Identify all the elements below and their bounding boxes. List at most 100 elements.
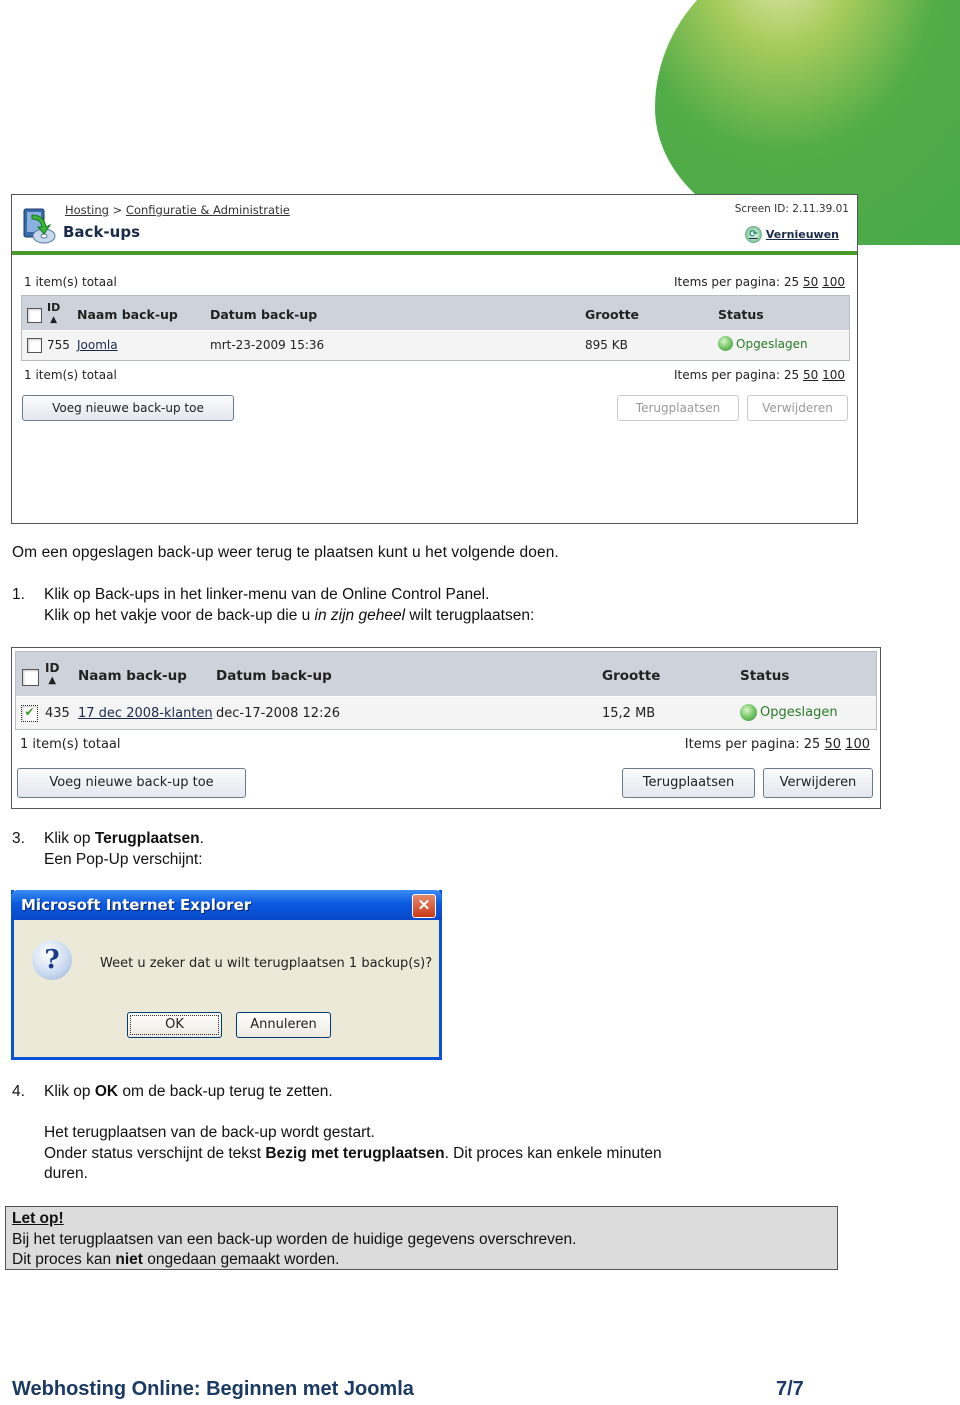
row-name-link[interactable]: 17 dec 2008-klanten <box>78 706 213 721</box>
step-3-line-1: Klik op Terugplaatsen. <box>44 830 204 848</box>
step-1-line-2-a: Klik op het vakje voor de back-up die u <box>44 607 315 624</box>
step-3-number: 3. <box>12 830 25 847</box>
row-id: 755 <box>47 338 70 352</box>
step-3-c: . <box>199 830 204 847</box>
note-line-2: Dit proces kan niet ongedaan gemaakt wor… <box>12 1250 831 1271</box>
row-name-link[interactable]: Joomla <box>77 338 118 352</box>
id-column-header[interactable]: ID ▲ <box>47 302 60 326</box>
item-count-top: 1 item(s) totaal <box>24 275 117 289</box>
dialog-message: Weet u zeker dat u wilt terugplaatsen 1 … <box>100 956 433 971</box>
step-4-number: 4. <box>12 1083 25 1100</box>
row-size: 15,2 MB <box>602 706 656 721</box>
row-date: dec-17-2008 12:26 <box>216 706 341 721</box>
item-count: 1 item(s) totaal <box>20 737 121 752</box>
note-bold: niet <box>115 1251 143 1268</box>
items-per-page-label: Items per pagina: 25 <box>674 368 800 382</box>
id-header-label: ID <box>45 661 60 675</box>
status-ok-icon <box>718 336 733 351</box>
restore-button-disabled[interactable]: Terugplaatsen <box>617 395 739 421</box>
status-column-header[interactable]: Status <box>718 307 764 322</box>
dialog-title: Microsoft Internet Explorer <box>21 896 252 914</box>
items-per-page-50-link[interactable]: 50 <box>803 275 818 289</box>
note-heading: Let op! <box>12 1210 64 1227</box>
screen-id: Screen ID: 2.11.39.01 <box>734 203 849 215</box>
items-per-page-top: Items per pagina: 25 50 100 <box>674 275 845 289</box>
panel-header: Hosting > Configuratie & Administratie B… <box>12 195 857 255</box>
step-4-p2-c: . Dit proces kan enkele minuten <box>444 1145 662 1162</box>
item-count-bottom: 1 item(s) totaal <box>24 368 117 382</box>
restore-button[interactable]: Terugplaatsen <box>622 768 755 798</box>
dialog-titlebar: Microsoft Internet Explorer ✕ <box>11 890 442 920</box>
step-3-line-2: Een Pop-Up verschijnt: <box>44 851 203 868</box>
date-column-header[interactable]: Datum back-up <box>210 307 317 322</box>
page-number: 7/7 <box>776 1378 804 1400</box>
question-icon: ? <box>32 940 72 980</box>
step-4-line-1: Klik op OK om de back-up terug te zetten… <box>44 1083 333 1101</box>
step-1-emphasis: in zijn geheel <box>314 607 406 624</box>
add-backup-button[interactable]: Voeg nieuwe back-up toe <box>17 768 246 798</box>
row-status-label: Opgeslagen <box>736 336 808 351</box>
refresh-icon: ⟳ <box>744 226 762 243</box>
status-ok-icon <box>740 704 757 721</box>
size-column-header[interactable]: Grootte <box>585 307 639 322</box>
breadcrumb-config-link[interactable]: Configuratie & Administratie <box>126 203 290 217</box>
table-header: ID ▲ Naam back-up Datum back-up Grootte … <box>22 296 849 330</box>
step-3-bold: Terugplaatsen <box>94 830 200 847</box>
items-per-page-50-link[interactable]: 50 <box>824 737 841 752</box>
step-4-a: Klik op <box>44 1083 95 1100</box>
status-column-header[interactable]: Status <box>740 668 789 684</box>
step-4-paragraph-3: duren. <box>44 1165 88 1182</box>
items-per-page: Items per pagina: 25 50 100 <box>685 737 870 752</box>
name-column-header[interactable]: Naam back-up <box>78 668 187 684</box>
add-backup-button[interactable]: Voeg nieuwe back-up toe <box>22 395 234 421</box>
intro-text: Om een opgeslagen back-up weer terug te … <box>12 544 559 561</box>
table-row: ✔ 435 17 dec 2008-klanten dec-17-2008 12… <box>16 697 876 729</box>
items-per-page-label: Items per pagina: 25 <box>674 275 800 289</box>
table-header: ID ▲ Naam back-up Datum back-up Grootte … <box>16 652 876 696</box>
step-4-p2-a: Onder status verschijnt de tekst <box>44 1145 266 1162</box>
id-column-header[interactable]: ID ▲ <box>45 661 60 686</box>
items-per-page-100-link[interactable]: 100 <box>822 368 845 382</box>
page-title: Back-ups <box>63 223 140 241</box>
items-per-page-50-link[interactable]: 50 <box>803 368 818 382</box>
select-all-checkbox[interactable] <box>22 669 39 686</box>
items-per-page-100-link[interactable]: 100 <box>845 737 870 752</box>
size-column-header[interactable]: Grootte <box>602 668 660 684</box>
row-date: mrt-23-2009 15:36 <box>210 338 325 352</box>
delete-button[interactable]: Verwijderen <box>763 768 873 798</box>
select-all-checkbox[interactable] <box>27 308 42 323</box>
step-3-a: Klik op <box>44 830 95 847</box>
refresh-label: Vernieuwen <box>765 228 839 241</box>
note-line-2-a: Dit proces kan <box>12 1251 116 1268</box>
close-icon[interactable]: ✕ <box>412 894 436 918</box>
row-status: Opgeslagen <box>740 704 838 721</box>
items-per-page-label: Items per pagina: 25 <box>684 737 821 752</box>
confirm-dialog: Microsoft Internet Explorer ✕ ? Weet u z… <box>11 890 442 1060</box>
delete-button-disabled[interactable]: Verwijderen <box>747 395 848 421</box>
ok-button[interactable]: OK <box>127 1012 222 1038</box>
items-per-page-100-link[interactable]: 100 <box>822 275 845 289</box>
refresh-link[interactable]: ⟳ Vernieuwen <box>744 226 839 243</box>
step-4-paragraph-2: Onder status verschijnt de tekst Bezig m… <box>44 1145 662 1163</box>
items-per-page-bottom: Items per pagina: 25 50 100 <box>674 368 845 382</box>
backups-table: ID ▲ Naam back-up Datum back-up Grootte … <box>21 295 850 361</box>
row-checkbox-checked[interactable]: ✔ <box>21 705 38 722</box>
cancel-button[interactable]: Annuleren <box>236 1012 331 1038</box>
row-status-label: Opgeslagen <box>760 705 838 720</box>
backups-table: ID ▲ Naam back-up Datum back-up Grootte … <box>15 651 877 730</box>
table-row: 755 Joomla mrt-23-2009 15:36 895 KB Opge… <box>22 331 849 360</box>
sort-asc-icon: ▲ <box>50 315 58 325</box>
row-id: 435 <box>45 706 70 721</box>
row-size: 895 KB <box>585 338 628 352</box>
name-column-header[interactable]: Naam back-up <box>77 307 178 322</box>
note-line-1: Bij het terugplaatsen van een back-up wo… <box>12 1230 577 1248</box>
step-4-p2-bold: Bezig met terugplaatsen <box>265 1145 445 1162</box>
breadcrumb-hosting-link[interactable]: Hosting <box>65 203 109 217</box>
id-header-label: ID <box>47 301 61 314</box>
date-column-header[interactable]: Datum back-up <box>216 668 332 684</box>
row-status: Opgeslagen <box>718 336 808 351</box>
backup-icon <box>23 208 56 244</box>
breadcrumb-separator: > <box>112 203 123 217</box>
row-checkbox[interactable] <box>27 338 42 353</box>
step-1-line-1: Klik op Back-ups in het linker-menu van … <box>44 586 490 603</box>
